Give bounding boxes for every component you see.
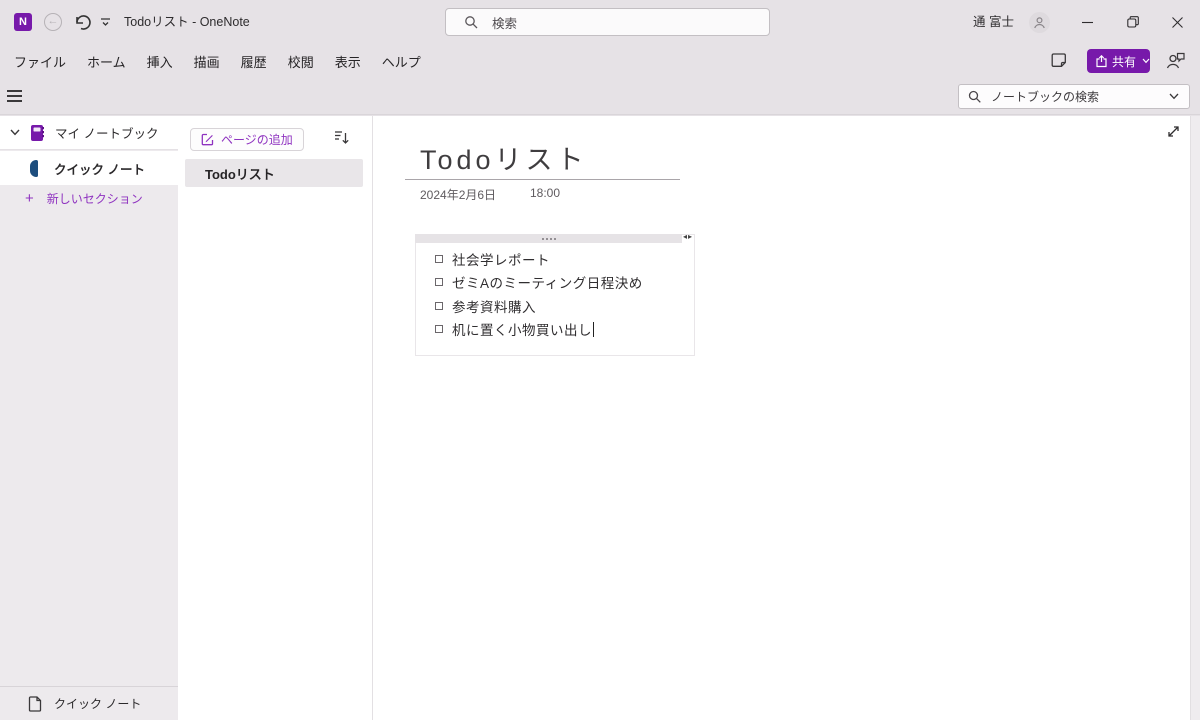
avatar[interactable]: [1029, 12, 1050, 33]
page-list-panel: ページの追加 Todoリスト: [178, 116, 373, 720]
todo-checkbox[interactable]: [435, 325, 443, 333]
share-button[interactable]: 共有: [1087, 49, 1150, 73]
restore-button[interactable]: [1110, 0, 1155, 44]
sidebar-item-label: クイック ノート: [54, 159, 145, 178]
window-title: Todoリスト - OneNote: [124, 0, 250, 44]
footer-label: クイック ノート: [54, 695, 141, 712]
todo-item[interactable]: 社会学レポート: [416, 247, 694, 271]
notebook-icon: [29, 124, 45, 142]
section-color-tab: [30, 160, 38, 177]
vertical-scrollbar[interactable]: [1190, 116, 1200, 720]
share-dropdown-chevron-icon[interactable]: [1142, 58, 1150, 64]
titlebar: N ← Todoリスト - OneNote 検索 通 富士: [0, 0, 1200, 44]
chevron-down-icon[interactable]: [10, 129, 20, 136]
page-icon: [28, 696, 42, 712]
page-title: Todoリスト: [205, 164, 275, 183]
drag-handle-icon: [542, 238, 556, 240]
page-date[interactable]: 2024年2月6日: [420, 186, 496, 203]
resize-handle-icon[interactable]: ◂▸: [683, 232, 693, 241]
page-list-item[interactable]: Todoリスト: [185, 159, 363, 187]
onenote-window: N ← Todoリスト - OneNote 検索 通 富士: [0, 0, 1200, 720]
todo-text[interactable]: 机に置く小物買い出し: [452, 319, 592, 339]
todo-checkbox[interactable]: [435, 255, 443, 263]
add-section-button[interactable]: + 新しいセクション: [0, 185, 178, 211]
hamburger-menu-icon[interactable]: [7, 90, 22, 102]
sidebar-item-label: マイ ノートブック: [55, 123, 158, 142]
page-time[interactable]: 18:00: [530, 186, 560, 200]
tab-review[interactable]: 校閲: [288, 52, 314, 71]
todo-item[interactable]: ゼミAのミーティング日程決め: [416, 271, 694, 295]
add-page-button[interactable]: ページの追加: [190, 128, 304, 151]
share-icon: [1095, 55, 1108, 68]
notebook-search-placeholder: ノートブックの検索: [991, 88, 1099, 105]
compose-icon: [201, 133, 214, 146]
sidebar-item-quick-notes[interactable]: クイック ノート: [0, 151, 178, 185]
tab-history[interactable]: 履歴: [241, 52, 267, 71]
user-name: 通 富士: [973, 0, 1014, 44]
expand-icon[interactable]: [1166, 124, 1181, 139]
plus-icon: +: [25, 191, 34, 206]
back-icon[interactable]: ←: [44, 13, 62, 31]
tab-view[interactable]: 表示: [335, 52, 361, 71]
share-button-label: 共有: [1112, 53, 1136, 70]
notebook-search-input[interactable]: ノートブックの検索: [958, 84, 1190, 109]
sticky-note-icon[interactable]: [1051, 52, 1068, 69]
minimize-button[interactable]: [1065, 0, 1110, 44]
todo-list: 社会学レポート ゼミAのミーティング日程決め 参考資料購入 机に置く小物買い出し: [416, 247, 694, 341]
search-input[interactable]: 検索: [445, 8, 770, 36]
todo-checkbox[interactable]: [435, 302, 443, 310]
tab-draw[interactable]: 描画: [194, 52, 220, 71]
ribbon-tab-bar: ファイル ホーム 挿入 描画 履歴 校閲 表示 ヘルプ 共有: [0, 44, 1200, 78]
tab-file[interactable]: ファイル: [14, 52, 66, 71]
onenote-app-icon: N: [14, 13, 32, 31]
add-page-label: ページの追加: [221, 131, 293, 148]
page-title-text[interactable]: Todoリスト: [420, 138, 588, 177]
notebook-sidebar: マイ ノートブック クイック ノート + 新しいセクション クイック ノート: [0, 116, 178, 720]
search-icon: [464, 15, 478, 29]
tab-insert[interactable]: 挿入: [147, 52, 173, 71]
search-placeholder: 検索: [492, 13, 517, 32]
note-drag-handle[interactable]: [415, 234, 682, 243]
text-cursor: [593, 322, 594, 337]
tab-home[interactable]: ホーム: [87, 52, 126, 71]
tab-help[interactable]: ヘルプ: [382, 52, 421, 71]
todo-item[interactable]: 参考資料購入: [416, 294, 694, 318]
navigation-bar: ノートブックの検索: [0, 78, 1200, 115]
quick-access-chevron-icon[interactable]: [100, 18, 111, 27]
undo-icon[interactable]: [72, 12, 92, 32]
todo-checkbox[interactable]: [435, 278, 443, 286]
chevron-down-icon[interactable]: [1169, 93, 1179, 100]
quick-notes-footer-button[interactable]: クイック ノート: [0, 686, 178, 720]
note-container[interactable]: ◂▸ 社会学レポート ゼミAのミーティング日程決め 参考資料購入: [415, 234, 695, 356]
people-icon[interactable]: [1166, 51, 1185, 69]
title-underline: [405, 179, 680, 180]
sidebar-item-my-notebook[interactable]: マイ ノートブック: [0, 116, 178, 150]
close-button[interactable]: [1155, 0, 1200, 44]
search-icon: [968, 90, 981, 103]
page-canvas[interactable]: Todoリスト 2024年2月6日 18:00 ◂▸ 社会学レポート ゼミAのミ…: [374, 116, 1200, 720]
todo-item[interactable]: 机に置く小物買い出し: [416, 318, 694, 342]
todo-text[interactable]: 社会学レポート: [452, 249, 550, 269]
todo-text[interactable]: ゼミAのミーティング日程決め: [452, 272, 643, 292]
todo-text[interactable]: 参考資料購入: [452, 296, 536, 316]
sort-icon[interactable]: [334, 129, 350, 145]
add-section-label: 新しいセクション: [47, 190, 143, 207]
